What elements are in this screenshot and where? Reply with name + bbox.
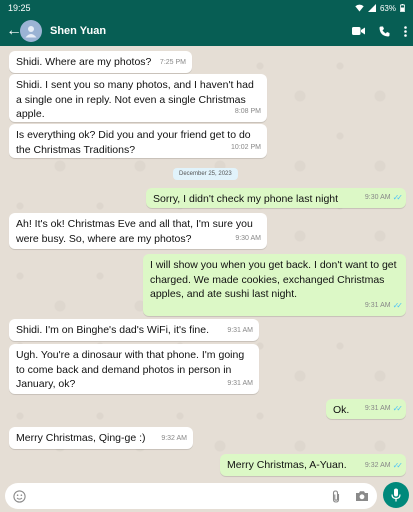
message-bubble[interactable]: Shidi. I'm on Binghe's dad's WiFi, it's … — [9, 319, 259, 341]
message-text: Shidi. I sent you so many photos, and I … — [16, 79, 254, 120]
message-bubble[interactable]: Ugh. You're a dinosaur with that phone. … — [9, 344, 259, 394]
chat-area[interactable]: Shidi. Where are my photos? 7:25 PM Shid… — [0, 46, 413, 480]
chat-header: ← Shen Yuan — [0, 16, 413, 46]
message-text: Sorry, I didn't check my phone last nigh… — [153, 193, 339, 205]
contact-name[interactable]: Shen Yuan — [50, 25, 352, 37]
message-bubble[interactable]: Ah! It's ok! Christmas Eve and all that,… — [9, 213, 267, 249]
video-call-icon[interactable] — [352, 26, 365, 36]
message-text: Shidi. Where are my photos? — [16, 56, 152, 68]
message-bubble[interactable]: Sorry, I didn't check my phone last nigh… — [146, 188, 406, 208]
camera-icon[interactable] — [355, 490, 369, 502]
status-time: 19:25 — [8, 3, 31, 13]
message-text: Merry Christmas, A-Yuan. — [227, 459, 347, 471]
message-bubble[interactable]: Shidi. I sent you so many photos, and I … — [9, 74, 267, 122]
battery-icon — [400, 4, 405, 12]
input-icons — [331, 489, 369, 503]
message-time: 7:25 PM — [159, 58, 186, 66]
read-ticks-icon: ✓✓ — [392, 403, 404, 413]
message-time: 9:32 AM — [364, 461, 391, 469]
message-input[interactable] — [34, 490, 331, 502]
signal-icon — [367, 4, 376, 12]
date-separator: December 25, 2023 — [173, 168, 238, 180]
more-vert-icon[interactable] — [404, 25, 407, 37]
read-ticks-icon: ✓✓ — [392, 300, 404, 310]
message-bubble[interactable]: Merry Christmas, A-Yuan. 9:32 AM ✓✓ — [220, 454, 406, 476]
message-time: 9:30 AM — [364, 193, 391, 201]
message-text: Is everything ok? Did you and your frien… — [16, 129, 251, 156]
message-time: 9:31 AM — [227, 326, 253, 334]
battery-percent: 63% — [379, 3, 396, 13]
message-bubble[interactable]: Merry Christmas, Qing-ge :) 9:32 AM — [9, 427, 193, 449]
message-bubble[interactable]: Ok. 9:31 AM ✓✓ — [326, 399, 406, 419]
message-time: 8:08 PM — [234, 107, 261, 115]
message-time: 9:31 AM — [364, 404, 391, 412]
avatar[interactable] — [20, 20, 42, 42]
message-bubble[interactable]: Shidi. Where are my photos? 7:25 PM — [9, 51, 192, 73]
message-time: 9:30 AM — [235, 234, 261, 242]
message-text: Ugh. You're a dinosaur with that phone. … — [16, 349, 245, 390]
status-icons: 63% — [355, 4, 405, 13]
wifi-icon — [355, 4, 364, 12]
message-bubble[interactable]: Is everything ok? Did you and your frien… — [9, 124, 267, 158]
read-ticks-icon: ✓✓ — [392, 192, 404, 202]
message-text: Shidi. I'm on Binghe's dad's WiFi, it's … — [16, 324, 210, 336]
header-actions — [352, 25, 407, 37]
status-bar: 19:25 63% — [0, 0, 413, 16]
message-text: Ah! It's ok! Christmas Eve and all that,… — [16, 218, 253, 245]
mic-button[interactable] — [383, 482, 409, 508]
message-input-bar — [5, 483, 377, 509]
read-ticks-icon: ✓✓ — [392, 460, 404, 470]
message-bubble[interactable]: I will show you when you get back. I don… — [143, 254, 406, 316]
message-time: 9:31 AM — [227, 379, 253, 387]
message-text: Merry Christmas, Qing-ge :) — [16, 432, 146, 444]
attach-icon[interactable] — [331, 489, 341, 503]
mic-icon — [391, 488, 401, 502]
message-time: 9:31 AM — [364, 301, 391, 309]
message-time: 9:32 AM — [161, 434, 187, 442]
phone-icon[interactable] — [379, 26, 390, 37]
message-text: Ok. — [333, 404, 350, 416]
emoji-icon[interactable] — [13, 489, 26, 503]
back-arrow-icon[interactable]: ← — [6, 23, 22, 39]
person-icon — [25, 26, 37, 38]
message-text: I will show you when you get back. I don… — [150, 259, 397, 300]
message-time: 10:02 PM — [231, 143, 261, 151]
